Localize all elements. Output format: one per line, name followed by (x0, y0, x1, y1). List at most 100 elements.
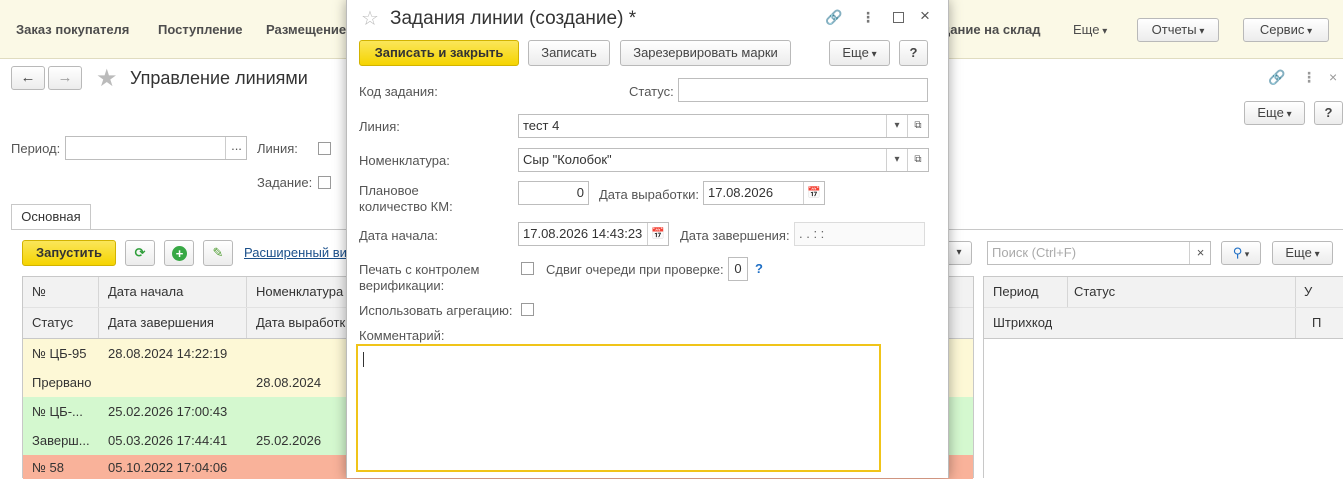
header-start-date[interactable]: Дата начала (108, 284, 183, 299)
row-production-date: 28.08.2024 (256, 375, 322, 390)
nav-link-warehouse-task[interactable]: дание на склад (942, 22, 1041, 37)
text-cursor (363, 352, 364, 367)
header-u[interactable]: У (1304, 284, 1312, 299)
help-icon[interactable]: ? (755, 261, 763, 276)
line-value: тест 4 (523, 118, 560, 133)
reserve-marks-button[interactable]: Зарезервировать марки (620, 40, 791, 66)
more-actions-icon[interactable]: ⋮ (1302, 70, 1316, 84)
close-icon[interactable]: × (920, 7, 930, 24)
start-date-field[interactable]: 17.08.2026 14:43:23 📅 (518, 222, 669, 246)
task-filter-checkbox[interactable] (318, 176, 331, 189)
page-title: Управление линиями (130, 68, 308, 88)
header-barcode[interactable]: Штрихкод (993, 315, 1052, 330)
search-clear-button[interactable]: × (1189, 242, 1211, 264)
calendar-icon[interactable]: 📅 (647, 223, 668, 245)
close-icon[interactable]: × (1329, 70, 1337, 84)
aggregation-label: Использовать агрегацию: (359, 303, 513, 318)
row-number: № ЦБ-95 (32, 346, 87, 361)
production-date-label: Дата выработки: (599, 187, 700, 202)
favorite-star-icon[interactable]: ★ (96, 64, 118, 93)
comment-textarea[interactable] (356, 344, 881, 472)
calendar-icon[interactable]: 📅 (803, 182, 824, 204)
search-icon: ⚲ (1232, 245, 1243, 260)
nomenclature-value: Сыр "Колобок" (523, 152, 612, 167)
period-field[interactable] (65, 136, 247, 160)
header-number[interactable]: № (32, 284, 46, 299)
tab-main[interactable]: Основная (11, 204, 91, 230)
reports-button[interactable]: Отчеты (1137, 18, 1219, 42)
edit-icon[interactable]: ✎ (203, 240, 233, 266)
queue-shift-field[interactable]: 0 (728, 257, 748, 281)
favorite-star-icon[interactable]: ☆ (361, 6, 379, 31)
production-date-field[interactable]: 17.08.2026 📅 (703, 181, 825, 205)
save-and-close-button[interactable]: Записать и закрыть (359, 40, 519, 66)
header-period[interactable]: Период (993, 284, 1039, 299)
header-production-date[interactable]: Дата выработки (256, 315, 352, 330)
marks-table: Период Статус У Штрихкод П (983, 276, 1343, 478)
row-start-date: 05.10.2022 17:04:06 (108, 460, 228, 475)
dialog-help-button[interactable]: ? (899, 40, 928, 66)
print-verification-label-line2: верификации: (359, 278, 445, 293)
header-status[interactable]: Статус (32, 315, 73, 330)
period-select-button[interactable]: ... (225, 137, 247, 159)
header-mark-status[interactable]: Статус (1074, 284, 1115, 299)
more-actions-icon[interactable]: ⋮ (861, 10, 875, 24)
row-end-date: 05.03.2026 17:44:41 (108, 433, 228, 448)
start-button[interactable]: Запустить (22, 240, 116, 266)
comment-label: Комментарий: (359, 328, 445, 343)
view-dropdown-button[interactable]: ▾ (946, 241, 972, 265)
aggregation-checkbox[interactable] (521, 303, 534, 316)
forward-button[interactable]: → (48, 66, 82, 90)
line-open-icon[interactable]: ⧉ (907, 115, 928, 137)
print-verification-label-line1: Печать с контролем (359, 262, 480, 277)
dialog-title: Задания линии (создание) * (390, 8, 637, 29)
search-button[interactable]: ⚲ ▾ (1221, 241, 1261, 265)
row-start-date: 25.02.2026 17:00:43 (108, 404, 228, 419)
end-date-label: Дата завершения: (680, 228, 790, 243)
status-field[interactable] (678, 78, 928, 102)
service-button[interactable]: Сервис (1243, 18, 1329, 42)
period-label: Период: (11, 141, 61, 156)
print-verification-checkbox[interactable] (521, 262, 534, 275)
production-date-value: 17.08.2026 (708, 185, 774, 200)
header-end-date[interactable]: Дата завершения (108, 315, 214, 330)
link-icon[interactable]: 🔗 (1268, 70, 1285, 84)
planned-qty-field[interactable]: 0 (518, 181, 589, 205)
add-icon: + (172, 246, 187, 261)
row-number: № 58 (32, 460, 65, 475)
line-label: Линия: (359, 119, 400, 134)
main-more-button[interactable]: Еще (1244, 101, 1305, 125)
row-status: Заверш... (32, 433, 90, 448)
topbar-more-menu[interactable]: Еще (1073, 22, 1107, 37)
tab-main-label: Основная (21, 209, 81, 224)
refresh-icon[interactable]: ⟳ (125, 240, 155, 266)
line-task-dialog: ☆ Задания линии (создание) * 🔗 ⋮ × Запис… (346, 0, 949, 478)
line-dropdown-icon[interactable]: ▾ (886, 115, 907, 137)
nomenclature-open-icon[interactable]: ⧉ (907, 149, 928, 171)
save-button[interactable]: Записать (528, 40, 610, 66)
main-help-button[interactable]: ? (1314, 101, 1343, 125)
add-button[interactable]: + (164, 240, 194, 266)
link-icon[interactable]: 🔗 (825, 10, 842, 24)
line-filter-checkbox[interactable] (318, 142, 331, 155)
header-p[interactable]: П (1312, 315, 1321, 330)
planned-qty-label-line2: количество КМ: (359, 199, 453, 214)
nav-link-customer-order[interactable]: Заказ покупателя (16, 22, 129, 37)
extended-view-link[interactable]: Расширенный ви (244, 245, 347, 260)
nomenclature-label: Номенклатура: (359, 153, 450, 168)
task-filter-label: Задание: (257, 175, 313, 190)
nav-link-receipt[interactable]: Поступление (158, 22, 243, 37)
search-input[interactable]: Поиск (Ctrl+F) (987, 241, 1211, 265)
nomenclature-field[interactable]: Сыр "Колобок" ▾ ⧉ (518, 148, 929, 172)
row-status: Прервано (32, 375, 92, 390)
row-production-date: 25.02.2026 (256, 433, 322, 448)
back-button[interactable]: ← (11, 66, 45, 90)
nav-link-placement[interactable]: Размещение (266, 22, 346, 37)
dialog-more-button[interactable]: Еще (829, 40, 890, 66)
line-field[interactable]: тест 4 ▾ ⧉ (518, 114, 929, 138)
right-more-button[interactable]: Еще (1272, 241, 1333, 265)
nomenclature-dropdown-icon[interactable]: ▾ (886, 149, 907, 171)
maximize-icon[interactable] (893, 12, 904, 23)
end-date-field[interactable]: . . : : (794, 222, 925, 246)
header-nomenclature[interactable]: Номенклатура (256, 284, 343, 299)
